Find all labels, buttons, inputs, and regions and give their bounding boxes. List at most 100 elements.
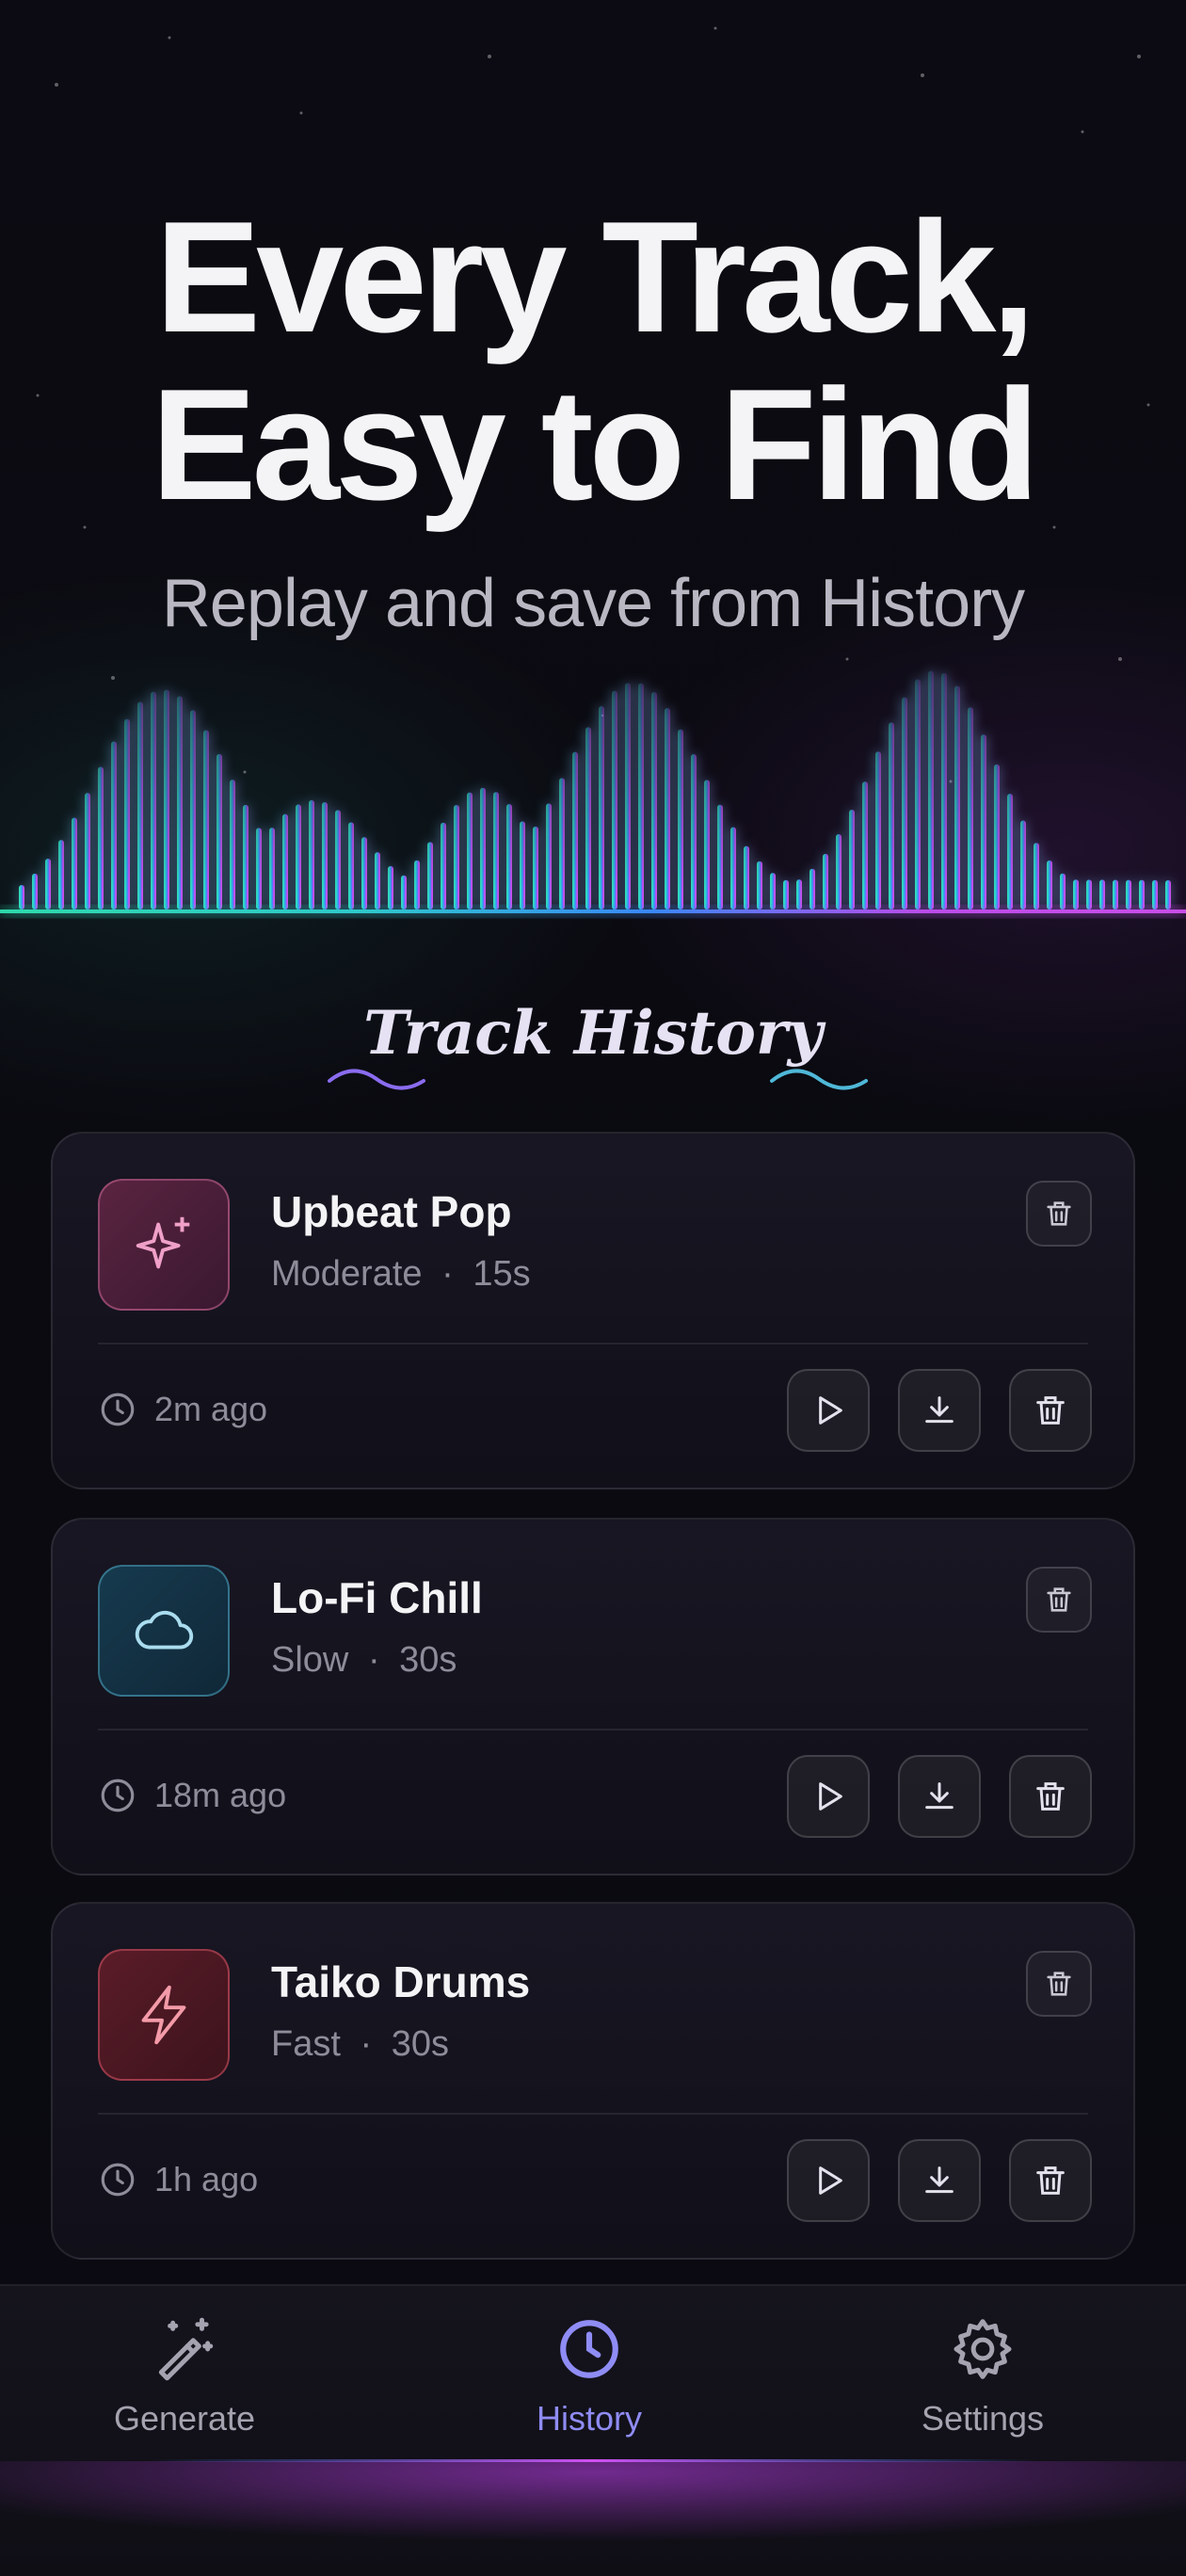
gear-icon	[954, 2319, 1012, 2379]
waveform-bar	[467, 792, 473, 910]
track-card[interactable]: Upbeat Pop Moderate · 15s 2m ago	[51, 1132, 1135, 1489]
waveform-bar	[58, 840, 64, 910]
waveform-bar	[1165, 879, 1171, 910]
download-icon	[925, 2166, 954, 2194]
clock-icon	[101, 1393, 135, 1426]
waveform-bar	[875, 751, 881, 910]
waveform-bar	[203, 730, 209, 910]
clock-icon	[101, 1779, 135, 1812]
track-tempo: Moderate	[271, 1254, 423, 1294]
delete-button[interactable]	[1009, 1369, 1092, 1452]
waveform-bar	[190, 710, 196, 910]
nav-item-generate[interactable]: Generate	[43, 2314, 326, 2439]
track-actions	[787, 1755, 1092, 1838]
track-actions	[787, 1369, 1092, 1452]
delete-button[interactable]	[1009, 1755, 1092, 1838]
waveform-bar	[915, 679, 921, 910]
track-actions	[787, 2139, 1092, 2222]
waveform-bar	[902, 697, 907, 910]
play-icon	[819, 2166, 842, 2195]
download-button[interactable]	[898, 1369, 981, 1452]
waveform-bar	[388, 865, 393, 910]
headline-line-2: Easy to Find	[151, 356, 1040, 533]
track-card[interactable]: Lo-Fi Chill Slow · 30s 18m ago	[51, 1518, 1135, 1876]
waveform-bar	[1073, 879, 1079, 910]
waveform-bar	[441, 822, 446, 910]
play-button[interactable]	[787, 1755, 870, 1838]
nav-item-history[interactable]: History	[448, 2314, 730, 2439]
waveform-bar	[572, 751, 578, 910]
download-button[interactable]	[898, 1755, 981, 1838]
nav-item-settings[interactable]: Settings	[841, 2314, 1124, 2439]
track-timestamp: 1h ago	[98, 2160, 258, 2199]
waveform-bar	[849, 810, 855, 910]
track-title: Taiko Drums	[271, 1957, 531, 2006]
waveform-bar	[414, 860, 420, 910]
waveform-bar	[124, 718, 130, 910]
waveform-bar	[625, 683, 631, 910]
title-squiggle-decoration	[328, 1069, 868, 1090]
track-thumbnail	[98, 1565, 230, 1697]
time-ago-label: 1h ago	[154, 2160, 259, 2198]
trash-icon	[1036, 1396, 1065, 1425]
waveform-bar	[796, 879, 802, 910]
waveform-bar	[454, 804, 459, 910]
waveform-bar	[546, 803, 552, 910]
download-icon	[925, 1782, 954, 1810]
track-title: Upbeat Pop	[271, 1187, 512, 1236]
waveform-bar	[1086, 879, 1092, 910]
bottom-navigation: Generate History Settings	[0, 2284, 1186, 2576]
track-meta: Fast · 30s	[271, 2024, 449, 2065]
waveform-bar	[704, 780, 710, 910]
waveform-bar	[1020, 820, 1026, 910]
waveform-bar	[665, 707, 670, 910]
track-thumbnail	[98, 1179, 230, 1311]
waveform-bar	[599, 705, 604, 910]
waveform-bar	[559, 778, 565, 910]
waveform-bar	[678, 729, 683, 910]
delete-button[interactable]	[1026, 1567, 1092, 1633]
waveform-bar	[98, 766, 104, 910]
play-button[interactable]	[787, 1369, 870, 1452]
waveform-bar	[520, 821, 525, 910]
clock-icon	[560, 2320, 618, 2378]
waveform-bar	[968, 707, 973, 910]
download-button[interactable]	[898, 2139, 981, 2222]
sparkle-icon	[136, 1216, 190, 1269]
waveform-bar	[72, 817, 77, 910]
track-card[interactable]: Taiko Drums Fast · 30s 1h ago	[51, 1902, 1135, 2260]
magic-wand-icon	[158, 2317, 214, 2381]
waveform-bar	[137, 701, 143, 910]
waveform-bar	[651, 692, 657, 910]
waveform-bar	[401, 875, 407, 910]
waveform-bar	[730, 827, 736, 910]
waveform-bar	[111, 741, 117, 910]
waveform-bar	[177, 696, 183, 910]
delete-button[interactable]	[1026, 1951, 1092, 2017]
waveform-bar	[1126, 879, 1131, 910]
waveform-bar	[836, 833, 841, 910]
waveform-bar	[230, 780, 235, 910]
delete-button[interactable]	[1026, 1181, 1092, 1247]
delete-button[interactable]	[1009, 2139, 1092, 2222]
waveform-bar	[85, 793, 90, 910]
track-meta: Slow · 30s	[271, 1640, 457, 1681]
waveform-bar	[32, 873, 38, 910]
waveform-bar	[823, 853, 828, 910]
waveform-bar	[994, 764, 1000, 910]
track-duration: 15s	[473, 1254, 531, 1294]
waveform-bar	[216, 753, 222, 910]
waveform-bar	[533, 826, 538, 910]
nav-label-history: History	[536, 2399, 642, 2438]
trash-icon	[1036, 2166, 1065, 2195]
track-tempo: Fast	[271, 2024, 341, 2064]
cloud-icon	[135, 1610, 194, 1650]
track-timestamp: 18m ago	[98, 1776, 286, 1815]
waveform-bar	[809, 868, 815, 910]
waveform-bar	[862, 781, 868, 910]
waveform-bar	[954, 685, 960, 910]
waveform-bar	[493, 792, 499, 910]
download-icon	[925, 1396, 954, 1424]
meta-separator: ·	[360, 2024, 373, 2064]
play-button[interactable]	[787, 2139, 870, 2222]
